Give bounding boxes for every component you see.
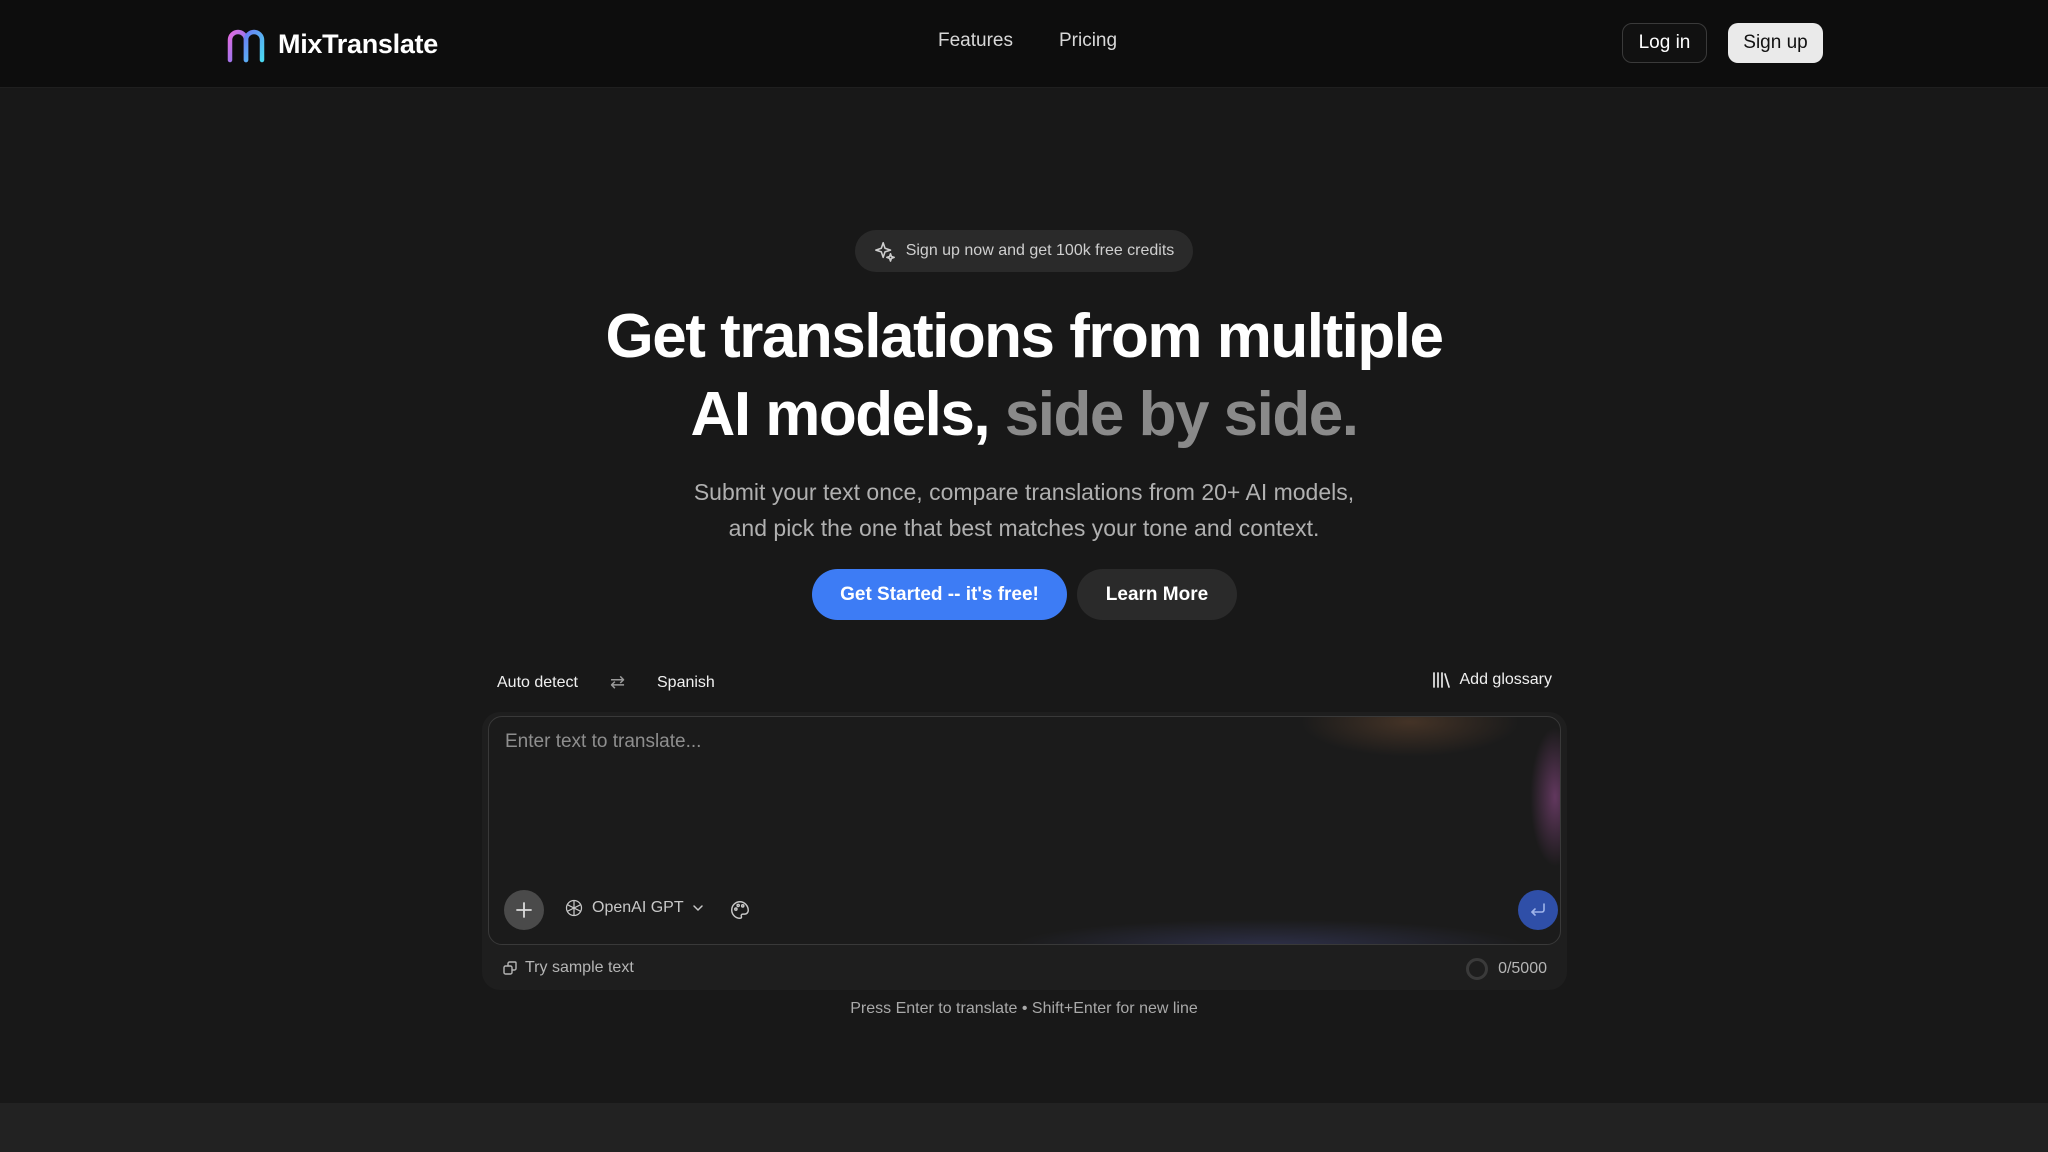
- sample-icon: [503, 961, 517, 975]
- glow-decoration: [1009, 919, 1529, 944]
- brand[interactable]: MixTranslate: [226, 24, 438, 64]
- swap-icon[interactable]: ⇄: [610, 672, 625, 693]
- translate-submit-button[interactable]: [1518, 890, 1558, 930]
- brand-name: MixTranslate: [278, 28, 438, 59]
- hero-subtitle: Submit your text once, compare translati…: [524, 474, 1524, 546]
- target-language-select[interactable]: Spanish: [657, 674, 715, 692]
- style-tone-button[interactable]: [729, 899, 751, 926]
- get-started-button[interactable]: Get Started -- it's free!: [812, 569, 1067, 620]
- headline-line-1: Get translations from multiple: [605, 302, 1444, 371]
- model-select[interactable]: OpenAI GPT: [564, 898, 704, 918]
- input-box: OpenAI GPT: [488, 716, 1561, 945]
- add-attachment-button[interactable]: [504, 890, 544, 930]
- source-language-select[interactable]: Auto detect: [497, 674, 578, 692]
- translator-panel: OpenAI GPT Try sample text: [482, 712, 1567, 990]
- next-section-band: [0, 1103, 2048, 1152]
- chevron-down-icon: [692, 905, 703, 912]
- character-count: 0/5000: [1498, 960, 1547, 977]
- hero-headline: Get translations from multiple AI models…: [424, 298, 1624, 454]
- signup-button[interactable]: Sign up: [1728, 23, 1823, 63]
- keyboard-hint: Press Enter to translate • Shift+Enter f…: [850, 1000, 1198, 1017]
- add-glossary-label: Add glossary: [1459, 671, 1553, 688]
- palette-icon: [731, 901, 749, 919]
- subtitle-line-2: and pick the one that best matches your …: [728, 515, 1320, 541]
- headline-line-2-muted: side by side.: [1004, 380, 1359, 449]
- translate-text-input[interactable]: [503, 729, 1543, 869]
- top-navigation-bar: MixTranslate Features Pricing Log in Sig…: [0, 0, 2048, 88]
- main-nav: Features Pricing: [938, 30, 1117, 52]
- learn-more-button[interactable]: Learn More: [1077, 569, 1237, 620]
- nav-pricing[interactable]: Pricing: [1059, 30, 1117, 52]
- sparkle-icon: [874, 241, 895, 262]
- add-glossary-button[interactable]: Add glossary: [1432, 671, 1553, 689]
- enter-icon: [1531, 903, 1545, 916]
- credits-badge-text: Sign up now and get 100k free credits: [905, 242, 1175, 259]
- nav-features[interactable]: Features: [938, 30, 1013, 52]
- counter-progress-ring: [1466, 958, 1489, 980]
- login-button[interactable]: Log in: [1622, 23, 1707, 63]
- library-icon: [1432, 672, 1450, 688]
- character-counter: 0/5000: [1466, 958, 1547, 980]
- try-sample-text-label: Try sample text: [525, 959, 634, 976]
- subtitle-line-1: Submit your text once, compare translati…: [693, 479, 1355, 505]
- headline-line-2-main: AI models,: [690, 380, 1005, 449]
- logo-icon: [227, 29, 265, 63]
- credits-badge[interactable]: Sign up now and get 100k free credits: [855, 230, 1193, 272]
- language-bar: Auto detect ⇄ Spanish Add glossary: [482, 666, 1562, 702]
- try-sample-text-button[interactable]: Try sample text: [502, 959, 634, 977]
- model-select-label: OpenAI GPT: [592, 899, 684, 916]
- openai-icon: [565, 899, 583, 917]
- plus-icon: [516, 902, 532, 918]
